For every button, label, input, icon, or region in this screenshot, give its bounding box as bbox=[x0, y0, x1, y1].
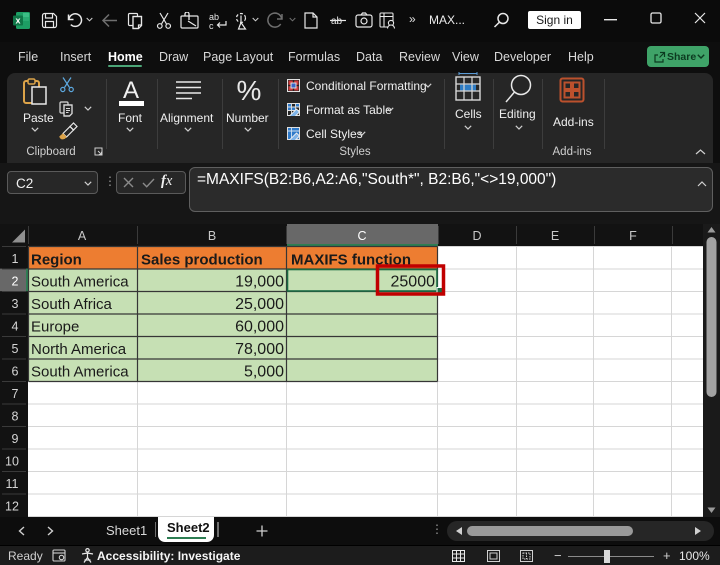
svg-text:Region: Region bbox=[31, 252, 82, 269]
svg-text:F: F bbox=[629, 229, 637, 243]
svg-text:3: 3 bbox=[12, 297, 19, 311]
svg-text:x: x bbox=[15, 15, 20, 25]
svg-text:7: 7 bbox=[12, 387, 19, 401]
svg-text:25000: 25000 bbox=[391, 274, 436, 291]
svg-text:2: 2 bbox=[12, 275, 19, 289]
svg-text:12: 12 bbox=[5, 500, 19, 514]
svg-text:C: C bbox=[357, 229, 366, 243]
svg-text:19,000: 19,000 bbox=[235, 274, 284, 291]
svg-text:A: A bbox=[123, 77, 139, 104]
svg-text:South Africa: South Africa bbox=[31, 296, 113, 313]
svg-text:South America: South America bbox=[31, 274, 129, 291]
svg-text:Sales production: Sales production bbox=[141, 252, 263, 269]
svg-text:10: 10 bbox=[5, 455, 19, 469]
svg-text:5: 5 bbox=[12, 342, 19, 356]
svg-text:ab: ab bbox=[331, 16, 343, 27]
svg-text:B: B bbox=[208, 229, 216, 243]
svg-text:6: 6 bbox=[12, 365, 19, 379]
svg-text:%: % bbox=[237, 75, 262, 106]
svg-text:South America: South America bbox=[31, 364, 129, 381]
svg-text:60,000: 60,000 bbox=[235, 319, 284, 336]
svg-text:78,000: 78,000 bbox=[235, 341, 284, 358]
svg-text:4: 4 bbox=[12, 320, 19, 334]
svg-text:11: 11 bbox=[6, 477, 19, 491]
svg-text:Europe: Europe bbox=[31, 319, 79, 336]
svg-text:D: D bbox=[472, 229, 481, 243]
svg-text:25,000: 25,000 bbox=[235, 296, 284, 313]
svg-text:c: c bbox=[209, 21, 214, 30]
svg-text:9: 9 bbox=[12, 432, 19, 446]
svg-text:North America: North America bbox=[31, 341, 127, 358]
svg-text:5,000: 5,000 bbox=[244, 364, 284, 381]
svg-text:A: A bbox=[78, 229, 87, 243]
svg-text:8: 8 bbox=[12, 410, 19, 424]
svg-text:1: 1 bbox=[12, 252, 19, 266]
svg-text:E: E bbox=[551, 229, 559, 243]
